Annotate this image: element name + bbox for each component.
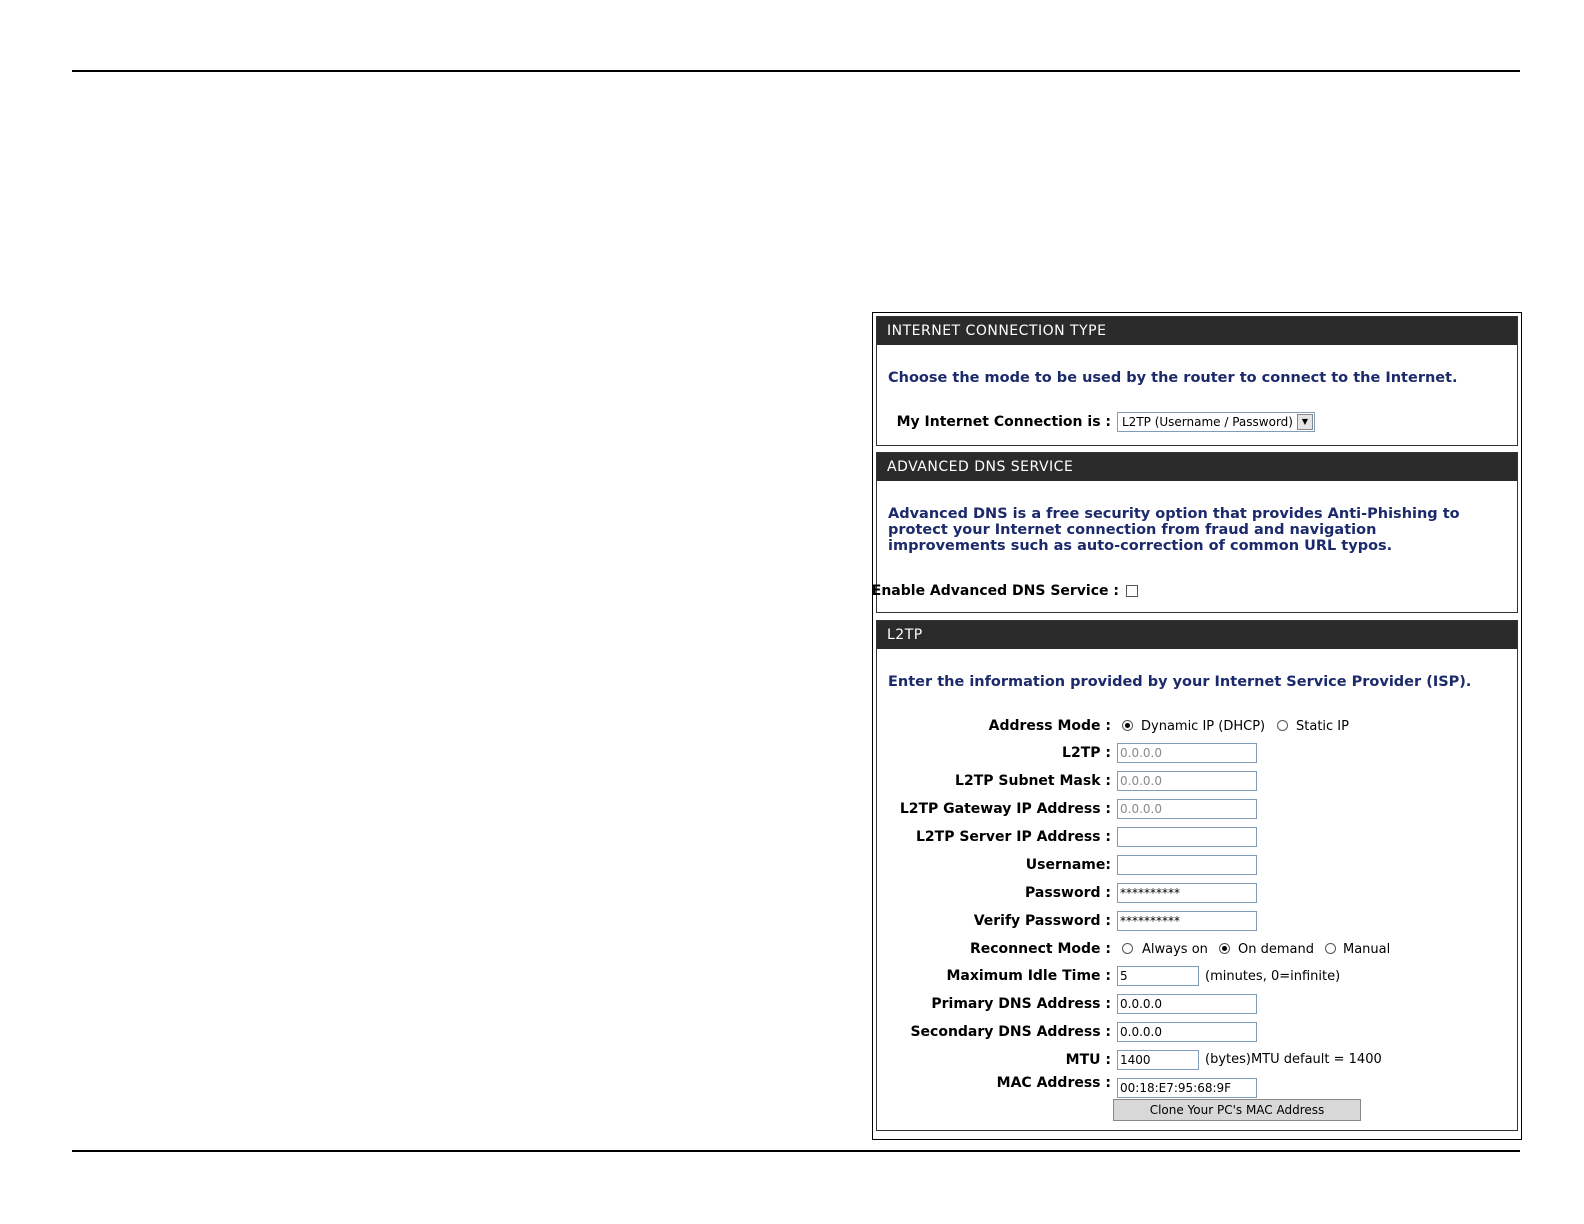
reconnect-manual-radio[interactable] [1325,943,1336,954]
idle-time-label: Maximum Idle Time : [946,968,1111,984]
reconnect-manual-label: Manual [1343,942,1391,957]
advanced-dns-checkbox[interactable] [1126,585,1138,597]
address-mode-dynamic-radio[interactable] [1122,720,1133,731]
address-mode-label: Address Mode : [988,718,1111,734]
l2tp-gateway-label: L2TP Gateway IP Address : [899,801,1111,817]
section-intro: Choose the mode to be used by the router… [888,370,1458,386]
primary-dns-input[interactable]: 0.0.0.0 [1117,994,1257,1014]
section-header: ADVANCED DNS SERVICE [877,453,1517,481]
secondary-dns-input[interactable]: 0.0.0.0 [1117,1022,1257,1042]
l2tp-section: L2TP Enter the information provided by y… [876,620,1518,1131]
clone-mac-button[interactable]: Clone Your PC's MAC Address [1113,1099,1361,1121]
l2tp-ip-input[interactable]: 0.0.0.0 [1117,743,1257,763]
primary-dns-label: Primary DNS Address : [931,996,1111,1012]
advanced-dns-section: ADVANCED DNS SERVICE Advanced DNS is a f… [872,452,1518,613]
bottom-rule [72,1150,1520,1152]
connection-type-select[interactable]: L2TP (Username / Password) ▼ [1117,412,1315,432]
username-label: Username: [1025,857,1111,873]
settings-panel: INTERNET CONNECTION TYPE Choose the mode… [872,312,1522,1140]
mac-address-label: MAC Address : [996,1075,1111,1091]
password-input[interactable]: ********** [1117,883,1257,903]
mac-address-input[interactable]: 00:18:E7:95:68:9F [1117,1078,1257,1098]
mtu-input[interactable]: 1400 [1117,1050,1199,1070]
password-label: Password : [1025,885,1111,901]
top-rule [72,70,1520,72]
mtu-label: MTU : [1065,1052,1111,1068]
mtu-note: (bytes)MTU default = 1400 [1205,1052,1382,1067]
verify-password-input[interactable]: ********** [1117,911,1257,931]
l2tp-subnet-input[interactable]: 0.0.0.0 [1117,771,1257,791]
l2tp-server-input[interactable] [1117,827,1257,847]
secondary-dns-label: Secondary DNS Address : [910,1024,1111,1040]
address-mode-static-label: Static IP [1296,719,1349,734]
l2tp-ip-label: L2TP : [1062,745,1111,761]
section-header: L2TP [877,621,1517,649]
section-intro: Enter the information provided by your I… [888,674,1472,690]
username-input[interactable] [1117,855,1257,875]
reconnect-always-radio[interactable] [1122,943,1133,954]
connection-type-label: My Internet Connection is : [896,414,1111,430]
l2tp-gateway-input[interactable]: 0.0.0.0 [1117,799,1257,819]
section-header: INTERNET CONNECTION TYPE [877,317,1517,345]
verify-password-label: Verify Password : [973,913,1111,929]
internet-connection-type-section: INTERNET CONNECTION TYPE Choose the mode… [876,316,1518,446]
address-mode-static-radio[interactable] [1277,720,1288,731]
advanced-dns-label: Enable Advanced DNS Service : [871,583,1119,599]
section-intro: Advanced DNS is a free security option t… [888,506,1460,554]
reconnect-always-label: Always on [1142,942,1208,957]
connection-type-value: L2TP (Username / Password) [1122,415,1293,429]
idle-time-note: (minutes, 0=infinite) [1205,969,1341,984]
l2tp-subnet-label: L2TP Subnet Mask : [955,773,1111,789]
l2tp-server-label: L2TP Server IP Address : [916,829,1111,845]
address-mode-dynamic-label: Dynamic IP (DHCP) [1141,719,1266,734]
reconnect-mode-label: Reconnect Mode : [969,941,1111,957]
idle-time-input[interactable]: 5 [1117,966,1199,986]
reconnect-demand-radio[interactable] [1219,943,1230,954]
chevron-down-icon[interactable]: ▼ [1297,414,1313,430]
reconnect-demand-label: On demand [1238,942,1314,957]
